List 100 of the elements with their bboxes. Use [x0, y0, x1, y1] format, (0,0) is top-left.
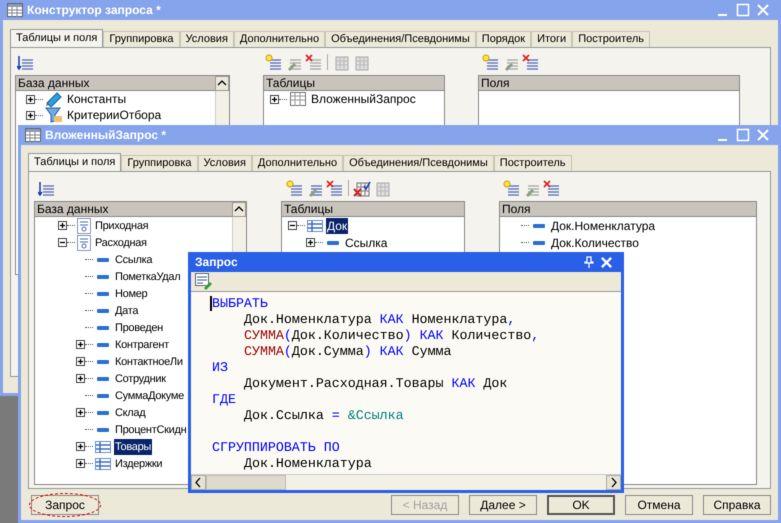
- close-icon[interactable]: [600, 256, 613, 268]
- expand-icon[interactable]: [76, 340, 85, 349]
- expand-icon[interactable]: [76, 374, 85, 383]
- dialog-button[interactable]: Запрос: [31, 495, 99, 515]
- pin-icon[interactable]: [584, 256, 594, 268]
- tree-item[interactable]: КритерииОтбора: [66, 107, 162, 123]
- tab[interactable]: Таблицы и поля: [28, 153, 122, 171]
- tab[interactable]: Таблицы и поля: [10, 29, 104, 47]
- tree-item[interactable]: ПометкаУдал: [114, 268, 182, 284]
- dialog-button[interactable]: OK: [547, 495, 615, 515]
- tab[interactable]: Группировка: [121, 155, 198, 171]
- tab[interactable]: Условия: [180, 31, 234, 47]
- tab[interactable]: Итоги: [531, 31, 572, 47]
- expand-icon[interactable]: [26, 94, 35, 104]
- collapse-icon[interactable]: [58, 238, 67, 247]
- tree-item[interactable]: Номер: [114, 286, 148, 302]
- tab[interactable]: Объединения/Псевдонимы: [325, 31, 476, 47]
- tree-item[interactable]: Дата: [114, 302, 140, 318]
- horizontal-scrollbar[interactable]: [191, 474, 621, 490]
- dialog-button[interactable]: Далее >: [469, 495, 537, 515]
- add-row-icon[interactable]: [286, 180, 304, 198]
- tree-item[interactable]: Издержки: [114, 456, 164, 472]
- field-icon: [97, 376, 109, 380]
- code-line: Док.Номенклатура КАК Номенклатура,: [244, 312, 516, 328]
- field-icon: [533, 240, 545, 244]
- tab[interactable]: Порядок: [476, 31, 532, 47]
- tab[interactable]: Дополнительно: [252, 155, 344, 171]
- filter-icon: [45, 107, 63, 123]
- dialog-button[interactable]: Отмена: [625, 495, 693, 515]
- add-row-icon[interactable]: [503, 180, 521, 198]
- document-icon: [77, 234, 91, 250]
- code-line: СГРУППИРОВАТЬ ПО: [212, 439, 340, 456]
- field-icon: [97, 342, 109, 346]
- tree-item[interactable]: СуммаДокуме: [114, 388, 185, 404]
- scroll-left-icon[interactable]: [191, 475, 206, 490]
- code-editor[interactable]: [191, 292, 621, 474]
- code-line: ГДЕ: [212, 392, 236, 408]
- tab[interactable]: Условия: [198, 155, 252, 171]
- expand-icon[interactable]: [58, 221, 67, 230]
- collapse-icon[interactable]: [288, 221, 297, 230]
- table-cross-icon[interactable]: [353, 180, 371, 198]
- scroll-up-icon[interactable]: [215, 76, 229, 91]
- expand-icon[interactable]: [76, 408, 85, 417]
- expand-icon[interactable]: [76, 459, 85, 468]
- tree-item[interactable]: ПроцентСкидн: [114, 422, 188, 438]
- field-icon: [97, 326, 109, 330]
- code-line: Док.Номенклатура: [244, 456, 372, 472]
- field-icon: [533, 224, 545, 228]
- panel-header: Поля: [500, 202, 756, 217]
- tab[interactable]: Группировка: [103, 31, 180, 47]
- delete-row-icon[interactable]: [326, 180, 344, 198]
- tree-item[interactable]: Ссылка: [344, 234, 388, 250]
- table-icon: [7, 3, 23, 17]
- add-row-icon[interactable]: [482, 54, 500, 72]
- tab[interactable]: Построитель: [494, 155, 572, 171]
- scroll-up-icon[interactable]: [232, 202, 246, 217]
- tree-item[interactable]: Док: [326, 218, 348, 234]
- tree-item[interactable]: Ссылка: [114, 252, 154, 268]
- tab[interactable]: Дополнительно: [234, 31, 326, 47]
- sort-icon[interactable]: [38, 180, 56, 198]
- table-icon: [307, 220, 323, 232]
- dialog-button[interactable]: Справка: [703, 495, 771, 515]
- delete-row-icon[interactable]: [543, 180, 561, 198]
- document-pencil-icon[interactable]: [195, 273, 213, 290]
- code-line: ВЫБРАТЬ: [212, 296, 268, 312]
- code-line: ИЗ: [212, 360, 228, 376]
- expand-icon[interactable]: [76, 442, 85, 451]
- expand-icon[interactable]: [26, 110, 35, 120]
- tree-item[interactable]: Приходная: [94, 218, 150, 234]
- expand-icon[interactable]: [306, 238, 315, 247]
- field-icon: [97, 274, 109, 278]
- table-icon: [289, 91, 307, 107]
- sort-icon[interactable]: [17, 54, 35, 72]
- window-title: Конструктор запроса *: [27, 2, 162, 19]
- expand-icon[interactable]: [76, 357, 85, 366]
- tree-item[interactable]: Константы: [66, 91, 128, 107]
- code-line: СУММА(Док.Количество) КАК Количество,: [244, 328, 540, 344]
- tree-item[interactable]: Контрагент: [114, 336, 170, 352]
- field-icon: [97, 410, 109, 414]
- tree-item[interactable]: Док.Номенклатура: [550, 218, 656, 234]
- add-row-icon[interactable]: [265, 54, 283, 72]
- field-icon: [97, 292, 109, 296]
- tree-item[interactable]: Док.Количество: [550, 234, 640, 250]
- panel-header: База данных: [35, 202, 232, 217]
- delete-row-icon[interactable]: [522, 54, 540, 72]
- scrollbar-thumb[interactable]: [206, 475, 286, 490]
- tree-item[interactable]: Сотрудник: [114, 370, 167, 386]
- tree-item[interactable]: Товары: [114, 438, 152, 454]
- code-line: Документ.Расходная.Товары КАК Док: [244, 376, 508, 392]
- tree-item[interactable]: Расходная: [94, 234, 148, 250]
- tree-item[interactable]: Склад: [114, 404, 146, 420]
- scroll-right-icon[interactable]: [606, 475, 621, 490]
- delete-row-icon[interactable]: [305, 54, 323, 72]
- tree-item[interactable]: ВложенныйЗапрос: [310, 91, 417, 107]
- expand-icon[interactable]: [270, 94, 279, 104]
- tab[interactable]: Построитель: [572, 31, 650, 47]
- tab[interactable]: Объединения/Псевдонимы: [343, 155, 494, 171]
- document-icon: [77, 218, 91, 234]
- tree-item[interactable]: Проведен: [114, 320, 164, 336]
- tree-item[interactable]: КонтактноеЛи: [114, 354, 184, 370]
